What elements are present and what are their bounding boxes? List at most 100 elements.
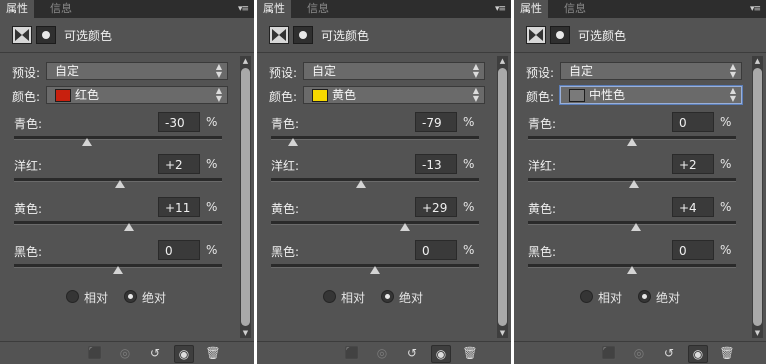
- panel-menu-icon[interactable]: ▾≡: [238, 0, 249, 18]
- layer-mask-icon[interactable]: [293, 26, 313, 44]
- slider-value-input[interactable]: +4: [672, 197, 714, 217]
- slider-thumb[interactable]: [356, 180, 367, 188]
- absolute-label[interactable]: 绝对: [399, 289, 423, 306]
- reset-icon[interactable]: ↺: [146, 345, 164, 361]
- properties-panel-3: 属性 信息 ▾≡ 可选颜色 预设: 自定 ▲ ▼ 颜色: 中性色 ▲ ▼ 青色: 0…: [514, 0, 766, 364]
- tab-info[interactable]: 信息: [558, 0, 592, 18]
- slider-value-input[interactable]: +2: [158, 154, 200, 174]
- slider-thumb[interactable]: [113, 266, 123, 274]
- tab-properties[interactable]: 属性: [514, 0, 548, 18]
- slider-value-input[interactable]: 0: [672, 112, 714, 132]
- visibility-eye-icon[interactable]: ◉: [431, 345, 451, 363]
- slider-thumb[interactable]: [631, 223, 642, 231]
- relative-radio[interactable]: [580, 290, 593, 303]
- relative-label[interactable]: 相对: [598, 289, 622, 306]
- slider-track[interactable]: [271, 221, 479, 225]
- scroll-down-arrow-icon[interactable]: ▼: [240, 328, 251, 338]
- panel-menu-icon[interactable]: ▾≡: [750, 0, 761, 18]
- slider-value-input[interactable]: -30: [158, 112, 200, 132]
- relative-radio[interactable]: [323, 290, 336, 303]
- relative-radio[interactable]: [66, 290, 79, 303]
- slider-value-input[interactable]: 0: [415, 240, 457, 260]
- slider-thumb[interactable]: [400, 223, 411, 231]
- clip-to-layer-icon[interactable]: ⬛: [600, 345, 618, 361]
- scrollbar[interactable]: ▲ ▼: [240, 56, 251, 338]
- slider-track[interactable]: [14, 221, 222, 225]
- slider-value-input[interactable]: +11: [158, 197, 200, 217]
- scroll-thumb[interactable]: [753, 68, 762, 326]
- reset-icon[interactable]: ↺: [403, 345, 421, 361]
- method-radio-group: 相对 绝对: [514, 290, 754, 306]
- reset-icon[interactable]: ↺: [660, 345, 678, 361]
- slider-value-input[interactable]: +2: [672, 154, 714, 174]
- tab-properties[interactable]: 属性: [257, 0, 291, 18]
- scroll-up-arrow-icon[interactable]: ▲: [240, 56, 251, 66]
- panel-footer: ⬛ ◎ ↺ ◉ 🗑: [0, 341, 254, 364]
- slider-track[interactable]: [14, 136, 222, 140]
- dropdown-arrows-icon: ▲ ▼: [729, 62, 736, 79]
- selective-color-icon[interactable]: [526, 26, 546, 44]
- preset-label: 预设:: [269, 66, 298, 80]
- clip-to-layer-icon[interactable]: ⬛: [86, 345, 104, 361]
- preset-dropdown[interactable]: 自定 ▲ ▼: [303, 62, 485, 80]
- preset-dropdown[interactable]: 自定 ▲ ▼: [560, 62, 742, 80]
- absolute-label[interactable]: 绝对: [656, 289, 680, 306]
- scrollbar[interactable]: ▲ ▼: [497, 56, 508, 338]
- trash-icon[interactable]: 🗑: [461, 345, 479, 361]
- clip-to-layer-icon[interactable]: ⬛: [343, 345, 361, 361]
- panel-menu-icon[interactable]: ▾≡: [495, 0, 506, 18]
- scroll-down-arrow-icon[interactable]: ▼: [497, 328, 508, 338]
- slider-value-input[interactable]: 0: [672, 240, 714, 260]
- slider-label: 黄色:: [14, 202, 43, 216]
- slider-value-input[interactable]: +29: [415, 197, 457, 217]
- slider-label: 洋红:: [528, 159, 557, 173]
- slider-thumb[interactable]: [124, 223, 135, 231]
- colors-value: 黄色: [332, 88, 357, 102]
- tab-properties[interactable]: 属性: [0, 0, 34, 18]
- slider-thumb[interactable]: [370, 266, 380, 274]
- relative-label[interactable]: 相对: [84, 289, 108, 306]
- trash-icon[interactable]: 🗑: [204, 345, 222, 361]
- slider-track[interactable]: [271, 136, 479, 140]
- slider-value-input[interactable]: -79: [415, 112, 457, 132]
- absolute-radio[interactable]: [638, 290, 651, 303]
- slider-thumb[interactable]: [115, 180, 126, 188]
- slider-thumb[interactable]: [81, 138, 92, 146]
- slider-value-input[interactable]: -13: [415, 154, 457, 174]
- preset-dropdown[interactable]: 自定 ▲ ▼: [46, 62, 228, 80]
- absolute-radio[interactable]: [124, 290, 137, 303]
- layer-mask-icon[interactable]: [36, 26, 56, 44]
- colors-dropdown[interactable]: 黄色 ▲ ▼: [303, 86, 485, 104]
- scroll-down-arrow-icon[interactable]: ▼: [752, 328, 763, 338]
- slider-thumb[interactable]: [629, 180, 640, 188]
- slider-thumb[interactable]: [627, 266, 637, 274]
- absolute-label[interactable]: 绝对: [142, 289, 166, 306]
- slider-thumb[interactable]: [287, 138, 298, 146]
- slider-thumb[interactable]: [627, 138, 637, 146]
- scroll-up-arrow-icon[interactable]: ▲: [497, 56, 508, 66]
- absolute-radio[interactable]: [381, 290, 394, 303]
- tab-info[interactable]: 信息: [301, 0, 335, 18]
- percent-unit: %: [463, 200, 475, 214]
- colors-dropdown[interactable]: 红色 ▲ ▼: [46, 86, 228, 104]
- panel-tab-bar: 属性 信息 ▾≡: [0, 0, 254, 18]
- scroll-thumb[interactable]: [241, 68, 250, 326]
- view-previous-state-icon[interactable]: ◎: [630, 345, 648, 361]
- layer-mask-icon[interactable]: [550, 26, 570, 44]
- scroll-thumb[interactable]: [498, 68, 507, 326]
- relative-label[interactable]: 相对: [341, 289, 365, 306]
- percent-unit: %: [720, 157, 732, 171]
- colors-dropdown[interactable]: 中性色 ▲ ▼: [560, 86, 742, 104]
- selective-color-icon[interactable]: [269, 26, 289, 44]
- tab-info[interactable]: 信息: [44, 0, 78, 18]
- scroll-up-arrow-icon[interactable]: ▲: [752, 56, 763, 66]
- visibility-eye-icon[interactable]: ◉: [174, 345, 194, 363]
- slider-track[interactable]: [271, 178, 479, 182]
- selective-color-icon[interactable]: [12, 26, 32, 44]
- trash-icon[interactable]: 🗑: [718, 345, 736, 361]
- view-previous-state-icon[interactable]: ◎: [116, 345, 134, 361]
- slider-value-input[interactable]: 0: [158, 240, 200, 260]
- visibility-eye-icon[interactable]: ◉: [688, 345, 708, 363]
- scrollbar[interactable]: ▲ ▼: [752, 56, 763, 338]
- view-previous-state-icon[interactable]: ◎: [373, 345, 391, 361]
